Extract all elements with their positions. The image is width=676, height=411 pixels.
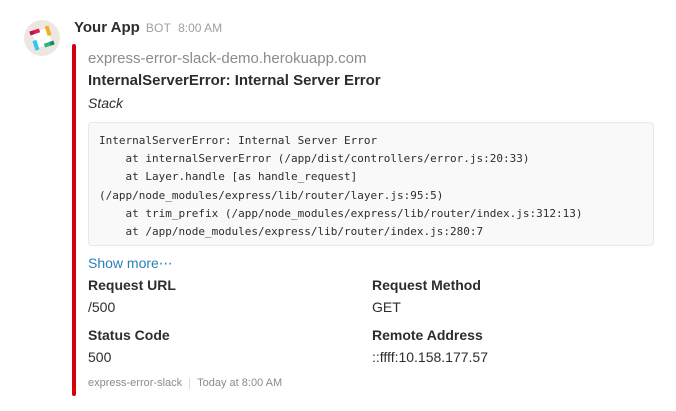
field-value: /500 bbox=[88, 299, 116, 315]
field-value: ::ffff:10.158.177.57 bbox=[372, 349, 488, 365]
message-timestamp[interactable]: 8:00 AM bbox=[178, 21, 222, 35]
slack-logo-icon[interactable] bbox=[24, 20, 60, 56]
show-more-link[interactable]: Show more⋯ bbox=[88, 252, 660, 274]
footer-text: express-error-slack bbox=[88, 377, 183, 389]
stack-trace-code-block: InternalServerError: Internal Server Err… bbox=[88, 122, 654, 246]
field-request-method: Request Method GET bbox=[372, 274, 656, 318]
field-title: Status Code bbox=[88, 327, 170, 343]
field-remote-address: Remote Address ::ffff:10.158.177.57 bbox=[372, 324, 656, 368]
stack-line: at internalServerError (/app/dist/contro… bbox=[99, 152, 530, 166]
attachment-color-bar bbox=[72, 44, 76, 396]
field-request-url: Request URL /500 bbox=[88, 274, 372, 318]
footer-timestamp[interactable]: Today at 8:00 AM bbox=[197, 374, 282, 392]
stack-line: at /app/node_modules/express/lib/router/… bbox=[99, 225, 484, 239]
field-title: Request URL bbox=[88, 277, 176, 293]
attachment-fields: Request URL /500 Request Method GET Stat… bbox=[88, 274, 660, 368]
attachment-content: express-error-slack-demo.herokuapp.com I… bbox=[88, 48, 660, 392]
footer-divider bbox=[189, 377, 191, 389]
slack-message: Your App BOT 8:00 AM express-error-slack… bbox=[0, 0, 676, 411]
app-name[interactable]: Your App bbox=[74, 19, 140, 36]
field-value: 500 bbox=[88, 349, 112, 365]
stack-line: at trim_prefix (/app/node_modules/expres… bbox=[99, 206, 583, 220]
stack-line: InternalServerError: Internal Server Err… bbox=[99, 134, 378, 147]
stack-line: at Layer.handle [as handle_request] bbox=[99, 170, 358, 184]
attachment-pretext: express-error-slack-demo.herokuapp.com bbox=[88, 50, 367, 67]
field-status-code: Status Code 500 bbox=[88, 324, 372, 368]
attachment-title: InternalServerError: Internal Server Err… bbox=[88, 72, 381, 89]
stack-line: (/app/node_modules/express/lib/router/la… bbox=[99, 188, 444, 202]
message-header: Your App BOT 8:00 AM bbox=[74, 19, 222, 41]
bot-badge: BOT bbox=[145, 21, 172, 35]
field-value: GET bbox=[372, 299, 401, 315]
attachment-footer: express-error-slack Today at 8:00 AM bbox=[88, 374, 660, 392]
field-title: Remote Address bbox=[372, 327, 483, 343]
field-title: Request Method bbox=[372, 277, 481, 293]
attachment-subtitle: Stack bbox=[88, 95, 124, 111]
